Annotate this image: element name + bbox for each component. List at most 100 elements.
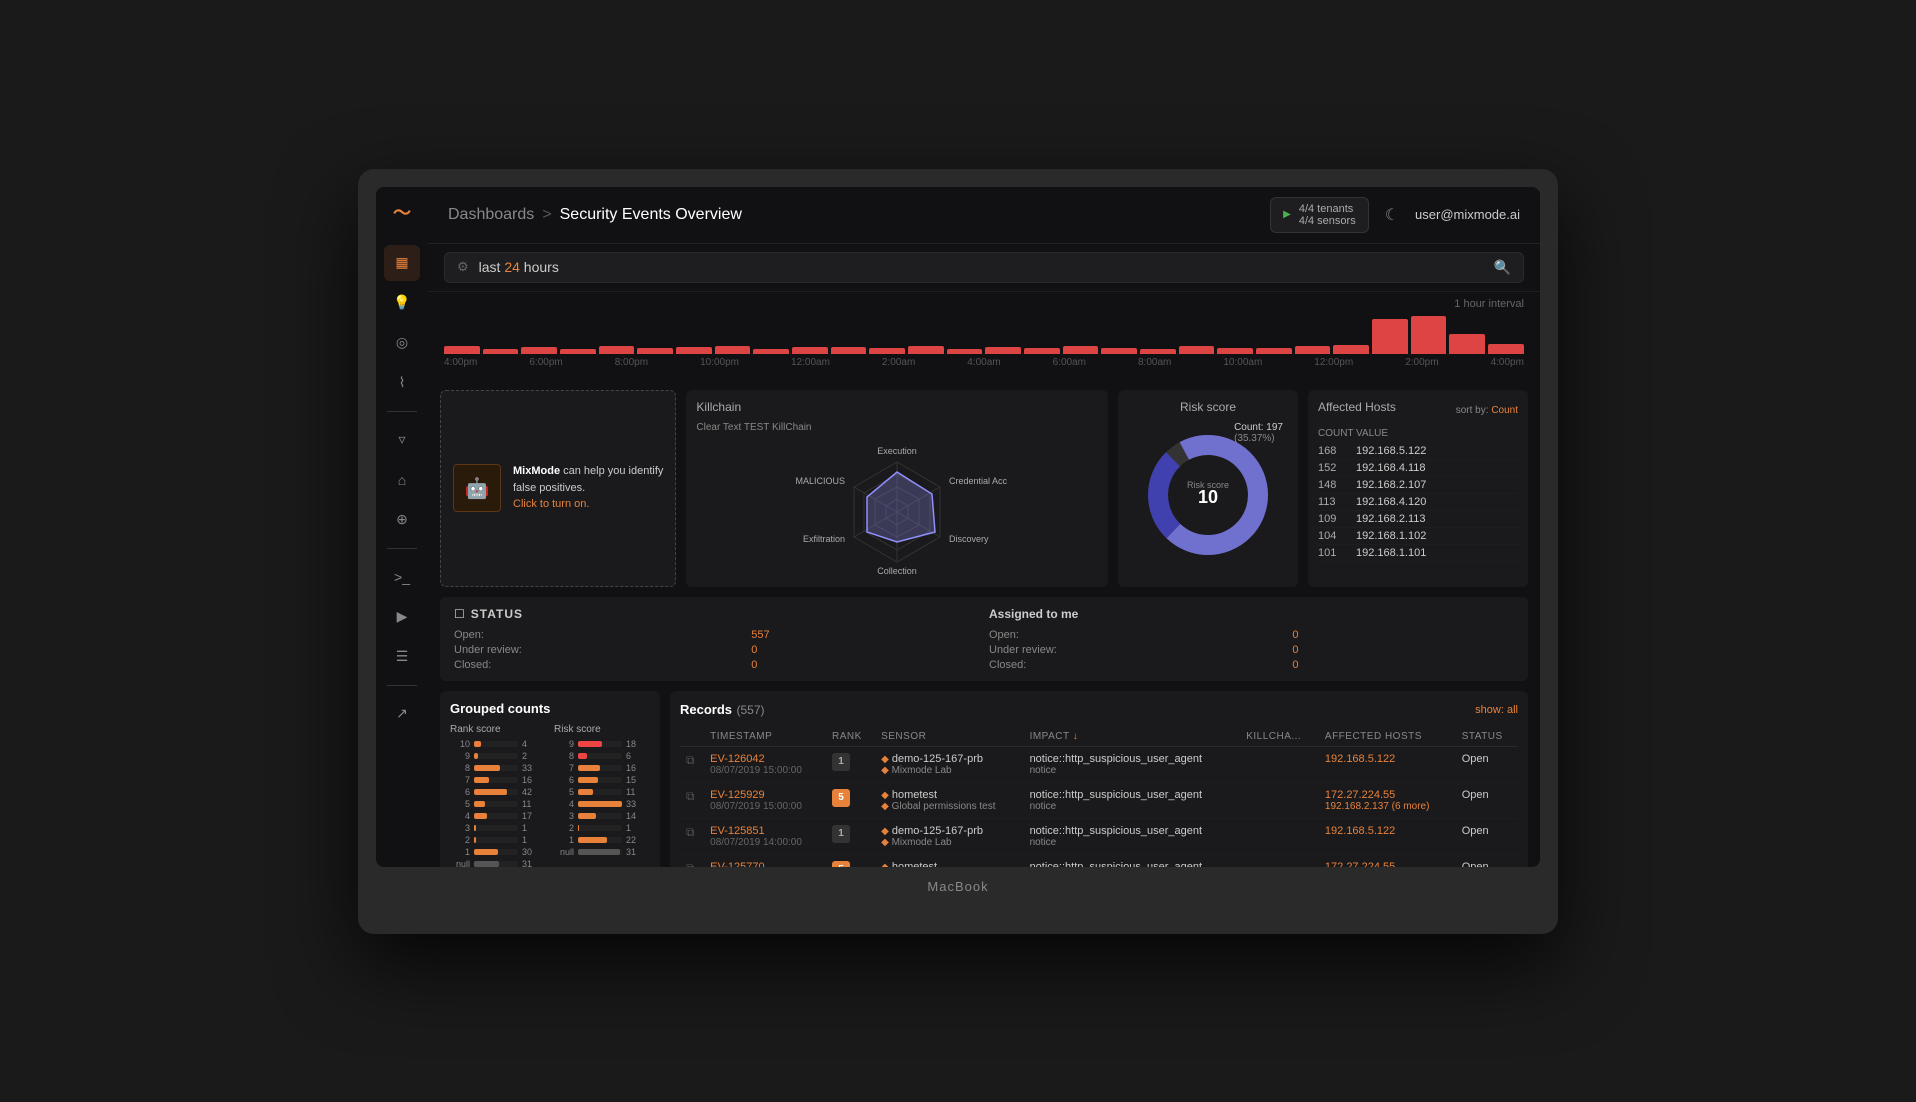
killchain-cell [1240, 818, 1319, 854]
copy-icon[interactable]: ⧉ [686, 789, 695, 803]
search-query[interactable]: last 24 hours [479, 259, 1484, 275]
mini-charts-row: Rank score 104928337166425114173121130nu… [450, 724, 650, 867]
assigned-grid: Open: 0 Under review: 0 Closed: 0 [989, 629, 1514, 671]
bottom-section: Grouped counts Rank score 10492833716642… [440, 691, 1528, 867]
sidebar-item-globe[interactable]: ⊕ [384, 502, 420, 538]
sidebar-item-network[interactable]: ⌂ [384, 462, 420, 498]
affected-sort[interactable]: sort by: Count [1456, 405, 1518, 416]
affected-row: 152192.168.4.118 [1318, 460, 1518, 477]
tenant-badge[interactable]: ▶ 4/4 tenants 4/4 sensors [1270, 197, 1369, 233]
assigned-open-label: Open: [989, 629, 1272, 641]
risk-title: Risk score [1180, 400, 1236, 414]
svg-text:10: 10 [1198, 487, 1218, 507]
timeline-bar [869, 348, 905, 354]
event-link[interactable]: EV-125929 [710, 789, 820, 801]
timeline-label: 4:00am [967, 357, 1000, 368]
col-hosts: AFFECTED HOSTS [1319, 727, 1456, 747]
timeline-label: 12:00am [791, 357, 830, 368]
timestamp-cell: EV-125770 08/07/2019 14:00:00 [704, 854, 826, 867]
copy-icon[interactable]: ⧉ [686, 861, 695, 867]
show-value[interactable]: all [1507, 704, 1518, 716]
killchain-cell [1240, 854, 1319, 867]
copy-icon[interactable]: ⧉ [686, 825, 695, 839]
timeline-bar [1101, 348, 1137, 354]
rank-bars: 104928337166425114173121130null31 [450, 739, 546, 867]
svg-text:Exfiltration: Exfiltration [803, 534, 845, 544]
open-val: 557 [751, 629, 979, 641]
status-cell: Open [1456, 782, 1518, 818]
sidebar-item-list[interactable]: ☰ [384, 639, 420, 675]
search-bar[interactable]: ⚙ last 24 hours 🔍 [444, 252, 1524, 283]
event-link[interactable]: EV-125770 [710, 861, 820, 867]
hosts-cell: 172.27.224.55192.168.2.137 (6 more) [1319, 782, 1456, 818]
top-panels: 🤖 MixMode can help you identifyfalse pos… [440, 390, 1528, 587]
timeline-bar [444, 346, 480, 354]
status-icon: ☐ [454, 607, 465, 621]
timeline-label: 4:00pm [1491, 357, 1524, 368]
assigned-title: Assigned to me [989, 607, 1514, 621]
copy-icon[interactable]: ⧉ [686, 753, 695, 767]
rank-cell: 5 [826, 854, 875, 867]
status-cell: Open [1456, 818, 1518, 854]
sidebar-item-filter[interactable]: ▿ [384, 422, 420, 458]
affected-title: Affected Hosts [1318, 400, 1396, 414]
assigned-open-val: 0 [1292, 629, 1514, 641]
records-title: Records [680, 702, 732, 717]
timeline-bar [637, 348, 673, 354]
rank-bar-row: 130 [450, 847, 546, 857]
ai-text: MixMode can help you identifyfalse posit… [513, 463, 663, 513]
under-review-label: Under review: [454, 644, 731, 656]
affected-row: 104192.168.1.102 [1318, 528, 1518, 545]
event-link[interactable]: EV-126042 [710, 753, 820, 765]
assigned-section: Assigned to me Open: 0 Under review: 0 C… [989, 607, 1514, 671]
timeline-bar [715, 346, 751, 354]
ai-banner[interactable]: 🤖 MixMode can help you identifyfalse pos… [440, 390, 676, 587]
theme-toggle-icon[interactable]: ☾ [1385, 205, 1399, 225]
risk-bar-row: 511 [554, 787, 650, 797]
dashboard-body: 🤖 MixMode can help you identifyfalse pos… [428, 378, 1540, 867]
sidebar-item-play[interactable]: ▶ [384, 599, 420, 635]
risk-score-title: Risk score [554, 724, 650, 735]
sidebar-item-console[interactable]: >_ [384, 559, 420, 595]
affected-columns: COUNT VALUE [1318, 428, 1518, 439]
sidebar-item-trend[interactable]: ⌇ [384, 365, 420, 401]
search-magnify-icon[interactable]: 🔍 [1494, 259, 1511, 276]
sidebar-divider-1 [387, 411, 417, 412]
search-bar-area: ⚙ last 24 hours 🔍 [428, 244, 1540, 292]
records-panel: Records (557) show: all [670, 691, 1528, 867]
timeline-bar [753, 349, 789, 354]
risk-bar-row: null31 [554, 847, 650, 857]
sidebar: 〜 ▦ 💡 ◎ ⌇ ▿ ⌂ ⊕ >_ ▶ ☰ ↗ [376, 187, 428, 867]
status-cell: Open [1456, 746, 1518, 782]
affected-row: 101192.168.1.101 [1318, 545, 1518, 562]
timeline-bars [444, 314, 1524, 354]
risk-bar-row: 918 [554, 739, 650, 749]
killchain-title: Killchain [696, 400, 1098, 414]
records-header: Records (557) show: all [680, 701, 1518, 719]
app-logo: 〜 [393, 199, 411, 225]
settings-icon[interactable]: ⚙ [457, 259, 469, 275]
sidebar-item-dashboard[interactable]: ▦ [384, 245, 420, 281]
timeline-bar [1217, 348, 1253, 354]
breadcrumb: Dashboards > Security Events Overview [448, 206, 742, 224]
assigned-closed-label: Closed: [989, 659, 1272, 671]
records-thead: TIMESTAMP RANK SENSOR IMPACT ↓ KILLCHA..… [680, 727, 1518, 747]
risk-bar-row: 314 [554, 811, 650, 821]
sidebar-item-export[interactable]: ↗ [384, 696, 420, 732]
assigned-closed-val: 0 [1292, 659, 1514, 671]
timeline-bar [676, 347, 712, 354]
event-link[interactable]: EV-125851 [710, 825, 820, 837]
timeline-label: 2:00am [882, 357, 915, 368]
timeline-labels: 4:00pm6:00pm8:00pm10:00pm12:00am2:00am4:… [444, 357, 1524, 368]
killchain-chart: Execution Credential Access Discovery Co… [696, 437, 1098, 577]
sidebar-item-circle[interactable]: ◎ [384, 325, 420, 361]
status-header: ☐ STATUS [454, 607, 979, 621]
records-count: (557) [736, 703, 764, 717]
sidebar-divider-3 [387, 685, 417, 686]
ai-cta[interactable]: Click to turn on. [513, 498, 589, 510]
closed-label: Closed: [454, 659, 731, 671]
breadcrumb-separator: > [542, 206, 551, 224]
rank-cell: 1 [826, 818, 875, 854]
risk-bar-row: 716 [554, 763, 650, 773]
sidebar-item-insights[interactable]: 💡 [384, 285, 420, 321]
